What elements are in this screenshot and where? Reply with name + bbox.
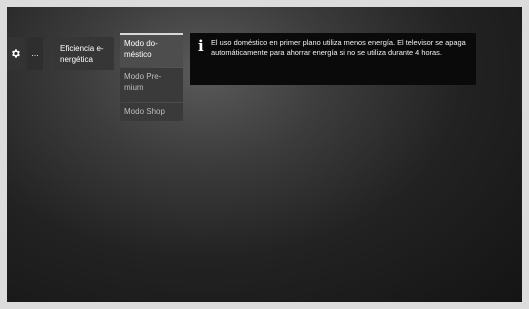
gear-icon: [10, 48, 21, 59]
info-description: El uso doméstico en primer plano utiliza…: [211, 38, 466, 58]
menu-item-premium-mode[interactable]: Modo Pre- mium: [120, 68, 183, 102]
settings-menu-button[interactable]: [7, 37, 24, 70]
shop-mode-label: Modo Shop: [124, 107, 165, 116]
menu-item-energy-efficiency[interactable]: Eficiencia e- nergética: [54, 37, 114, 70]
more-menu-item[interactable]: ...: [27, 37, 43, 70]
menu-item-home-mode[interactable]: Modo do- méstico: [120, 33, 183, 67]
menu-item-shop-mode[interactable]: Modo Shop: [120, 103, 183, 121]
more-label: ...: [31, 48, 39, 58]
tv-screen: ... Eficiencia e- nergética Modo do- més…: [7, 7, 522, 302]
info-icon: i: [198, 37, 204, 55]
mode-submenu: Modo do- méstico Modo Pre- mium Modo Sho…: [120, 33, 183, 122]
tv-bezel: ... Eficiencia e- nergética Modo do- més…: [0, 0, 529, 309]
premium-mode-label: Modo Pre- mium: [124, 72, 162, 92]
info-panel: i El uso doméstico en primer plano utili…: [190, 33, 476, 85]
home-mode-label: Modo do- méstico: [124, 39, 158, 59]
energy-efficiency-label: Eficiencia e- nergética: [60, 44, 104, 64]
